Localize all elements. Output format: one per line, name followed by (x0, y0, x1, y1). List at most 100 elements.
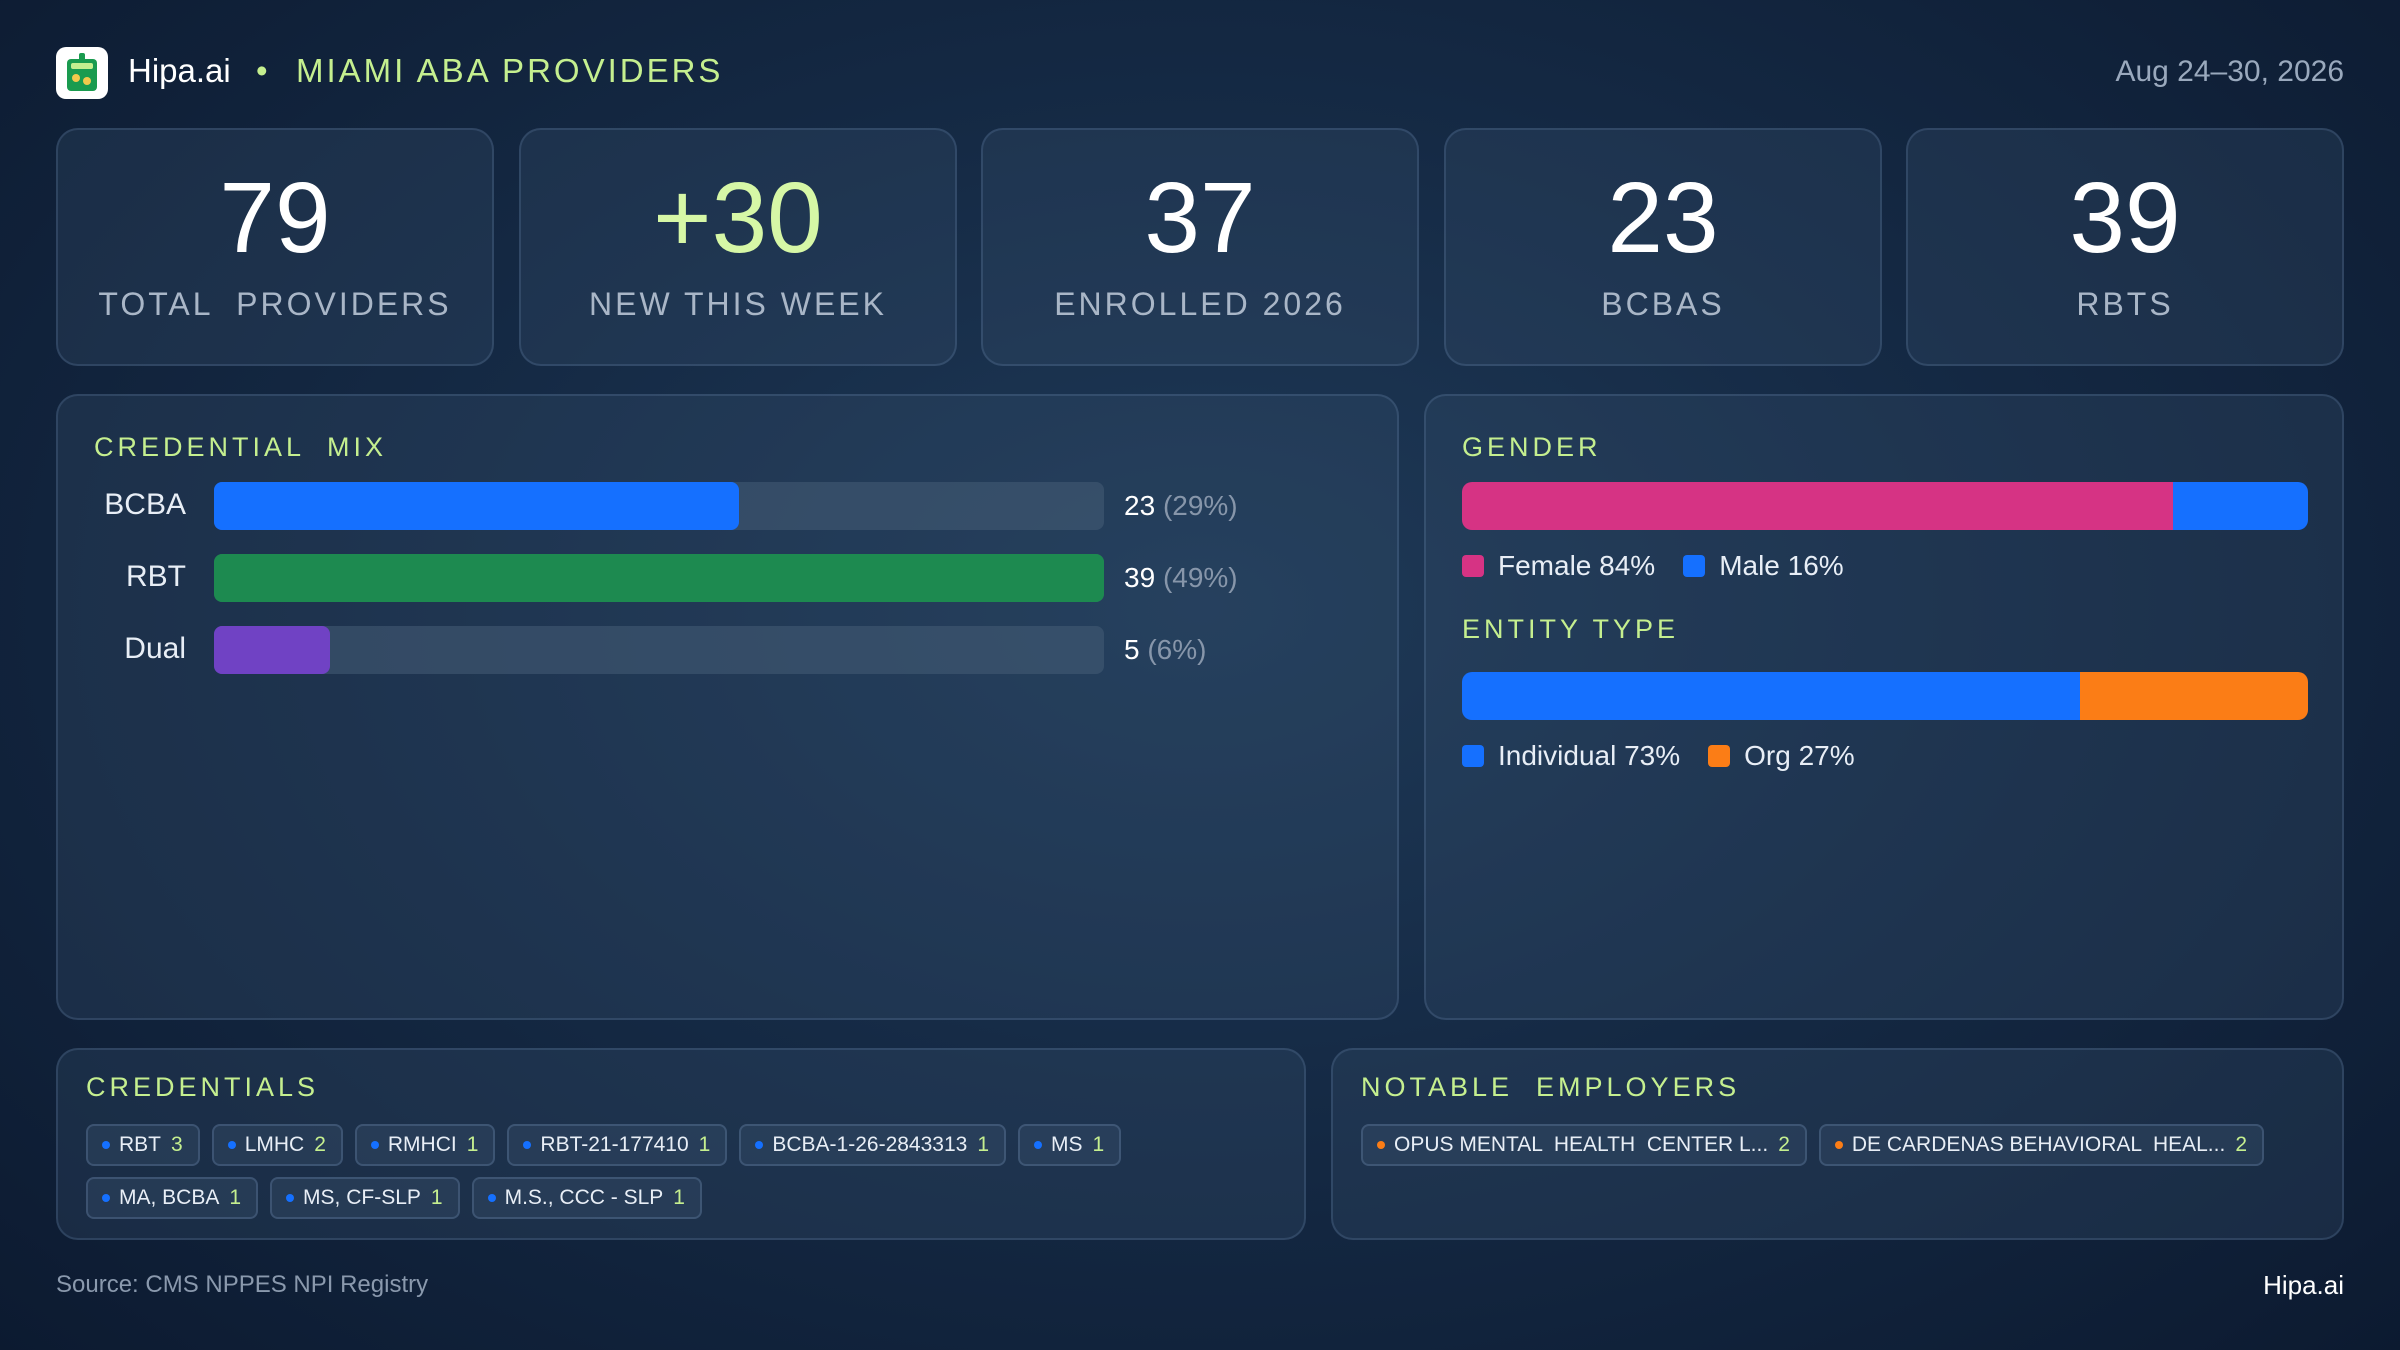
chip-label: LMHC (244, 1133, 305, 1156)
mix-track-dual (214, 626, 1104, 674)
stat-label: TOTAL PROVIDERS (98, 286, 452, 322)
chip-label: RMHCI (387, 1133, 457, 1156)
credential-chip[interactable]: MA, BCBA 1 (86, 1177, 259, 1219)
gender-legend: Female 84% Male 16% (1462, 550, 1844, 582)
chip-label: MS, CF-SLP (303, 1186, 421, 1209)
legend-item-org: Org 27% (1708, 740, 1855, 772)
chip-count: 3 (171, 1133, 183, 1156)
chip-dot (1377, 1141, 1385, 1149)
entity-segment-org (2079, 672, 2308, 720)
stat-card-bcbas: 23 BCBAS (1444, 128, 1882, 366)
legend-item-individual: Individual 73% (1462, 740, 1680, 772)
mix-bar-dual (214, 626, 330, 674)
legend-swatch (1462, 745, 1484, 767)
stat-value: 23 (1607, 162, 1719, 274)
credential-chip[interactable]: MS 1 (1018, 1124, 1122, 1166)
credential-mix-title: CREDENTIAL MIX (94, 432, 388, 462)
employers-title: NOTABLE EMPLOYERS (1361, 1072, 1741, 1102)
mix-count: 39 (1124, 562, 1156, 593)
chip-count: 1 (229, 1186, 242, 1209)
mix-bar-bcba (214, 482, 740, 530)
credential-chip[interactable]: MS, CF-SLP 1 (270, 1177, 460, 1219)
stat-label: NEW THIS WEEK (589, 286, 887, 322)
credential-chip[interactable]: RBT 3 (86, 1124, 200, 1166)
legend-item-female: Female 84% (1462, 550, 1655, 582)
stat-label: RBTS (2076, 286, 2174, 322)
date-range: Aug 24–30, 2026 (2115, 55, 2344, 88)
chip-count: 2 (314, 1133, 326, 1156)
mix-value-dual: 5 (6%) (1124, 634, 1206, 666)
chip-dot (1834, 1141, 1843, 1149)
chip-count: 1 (430, 1186, 443, 1209)
credentials-chip-row-1: RBT 3 LMHC 2 RMHCI 1 RBT-21-177410 1 BCBA-1-… (86, 1124, 1122, 1166)
chip-label: RBT (119, 1133, 161, 1156)
legend-swatch (1462, 555, 1484, 577)
chip-count: 1 (1092, 1133, 1105, 1156)
mix-percent: (49%) (1162, 562, 1238, 593)
mix-label-dual: Dual (124, 632, 186, 665)
chip-label: DE CARDENAS BEHAVIORAL HEAL... (1851, 1133, 2226, 1156)
legend-item-male: Male 16% (1683, 550, 1844, 582)
chip-count: 1 (466, 1133, 479, 1156)
stat-value: +30 (653, 162, 823, 274)
employers-chip-row: OPUS MENTAL HEALTH CENTER L... 2 DE CARDE… (1361, 1124, 2264, 1166)
stat-card-enrolled-2026: 37 ENROLLED 2026 (981, 128, 1419, 366)
mix-value-bcba: 23 (29%) (1124, 490, 1238, 522)
stat-label: BCBAS (1601, 286, 1725, 322)
chip-dot (1034, 1141, 1043, 1149)
gender-stacked-bar (1462, 482, 2308, 530)
entity-type-legend: Individual 73% Org 27% (1462, 740, 1855, 772)
stat-card-new-this-week: +30 NEW THIS WEEK (519, 128, 957, 366)
stat-value: 37 (1144, 162, 1256, 274)
mix-count: 23 (1124, 490, 1156, 521)
credential-mix-panel: CREDENTIAL MIX BCBA 23 (29%) RBT 39 (49%… (56, 394, 1399, 1020)
credential-chip[interactable]: LMHC 2 (211, 1124, 343, 1166)
mix-label-bcba: BCBA (104, 488, 186, 521)
chip-label: OPUS MENTAL HEALTH CENTER L... (1394, 1133, 1769, 1156)
employers-panel: NOTABLE EMPLOYERS OPUS MENTAL HEALTH CEN… (1331, 1048, 2344, 1240)
mix-track-rbt (214, 554, 1104, 602)
chip-count: 1 (673, 1186, 685, 1209)
legend-label: Org 27% (1744, 740, 1855, 771)
credential-chip[interactable]: RMHCI 1 (354, 1124, 496, 1166)
mix-percent: (6%) (1147, 634, 1207, 665)
legend-swatch (1683, 555, 1706, 577)
chip-count: 2 (2235, 1133, 2247, 1156)
credential-chip[interactable]: RBT-21-177410 1 (507, 1124, 728, 1166)
legend-label: Female 84% (1498, 550, 1656, 581)
entity-type-stacked-bar (1462, 672, 2308, 720)
chip-label: MS (1051, 1133, 1083, 1156)
credentials-chip-row-2: MA, BCBA 1 MS, CF-SLP 1 M.S., CCC - SLP 1 (86, 1177, 702, 1219)
employer-chip[interactable]: DE CARDENAS BEHAVIORAL HEAL... 2 (1818, 1124, 2264, 1166)
employer-chip[interactable]: OPUS MENTAL HEALTH CENTER L... 2 (1361, 1124, 1807, 1166)
cup-drink-icon (67, 53, 97, 91)
data-source: Source: CMS NPPES NPI Registry (56, 1271, 429, 1298)
credentials-panel: CREDENTIALS RBT 3 LMHC 2 RMHCI 1 RBT-21-177… (56, 1048, 1306, 1240)
chip-count: 2 (1778, 1133, 1790, 1156)
entity-type-title: ENTITY TYPE (1462, 614, 1680, 644)
stat-value: 39 (2069, 162, 2181, 274)
chip-dot (370, 1141, 379, 1149)
chip-count: 1 (977, 1133, 990, 1156)
stat-card-rbts: 39 RBTS (1906, 128, 2344, 366)
chip-dot (102, 1194, 110, 1202)
stat-value: 79 (219, 162, 331, 274)
chip-dot (487, 1194, 496, 1202)
credential-chip[interactable]: BCBA-1-26-2843313 1 (739, 1124, 1007, 1166)
mix-label-rbt: RBT (126, 560, 186, 593)
stat-card-total-providers: 79 TOTAL PROVIDERS (56, 128, 494, 366)
legend-label: Male 16% (1719, 550, 1844, 581)
chip-dot (286, 1194, 295, 1202)
credential-chip[interactable]: M.S., CCC - SLP 1 (471, 1177, 702, 1219)
mix-value-rbt: 39 (49%) (1124, 562, 1238, 594)
legend-label: Individual 73% (1498, 740, 1681, 771)
chip-dot (227, 1141, 236, 1149)
legend-swatch (1708, 745, 1731, 767)
chip-dot (755, 1141, 764, 1149)
stat-label: ENROLLED 2026 (1054, 286, 1346, 322)
gender-segment-female (1462, 482, 2173, 530)
chip-label: MA, BCBA (119, 1186, 220, 1209)
chip-dot (523, 1141, 532, 1149)
page-title: MIAMI ABA PROVIDERS (296, 52, 724, 89)
gender-title: GENDER (1462, 432, 1602, 462)
